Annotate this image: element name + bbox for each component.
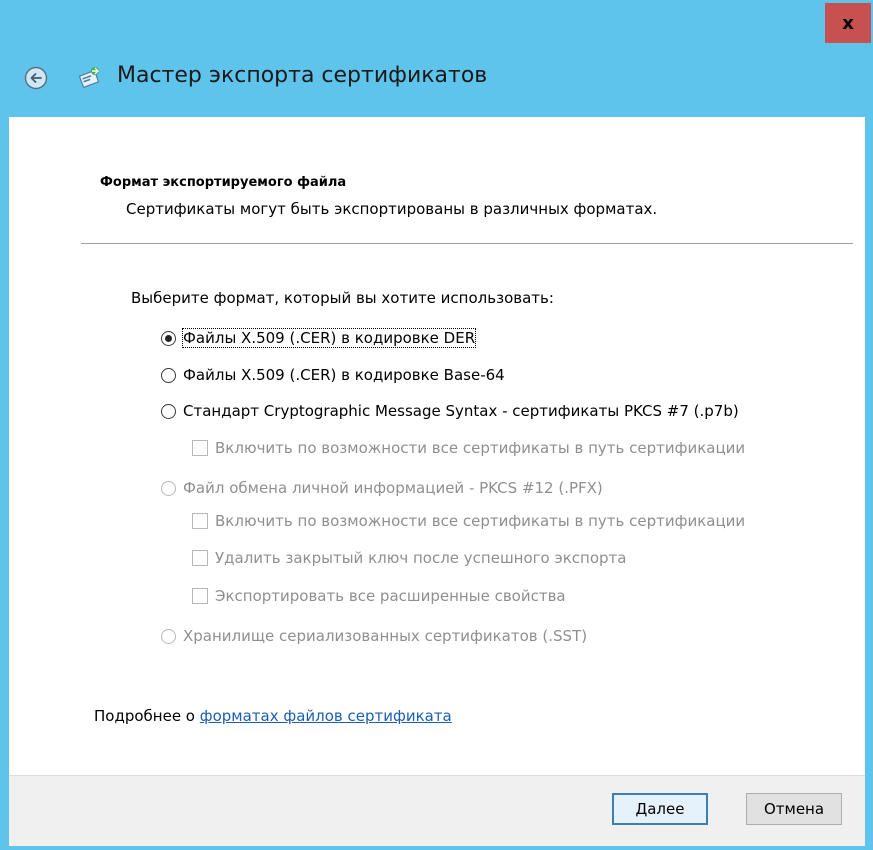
option-sst: Хранилище сериализованных сертификатов (… [161,627,587,645]
export-wizard-window: x Мастер экспорта сертификатов Формат эк… [0,0,873,850]
next-button[interactable]: Далее [612,793,708,825]
close-icon: x [842,12,854,34]
option-base64-label: Файлы X.509 (.CER) в кодировке Base-64 [183,366,505,384]
option-pfx-include-all: Включить по возможности все сертификаты … [192,512,745,530]
radio-pkcs7[interactable] [161,403,176,419]
format-prompt: Выберите формат, который вы хотите испол… [131,289,554,307]
option-pkcs7[interactable]: Стандарт Cryptographic Message Syntax - … [161,402,739,420]
section-description: Сертификаты могут быть экспортированы в … [126,200,658,218]
radio-der[interactable] [161,330,176,346]
option-pfx-delete-key: Удалить закрытый ключ после успешного эк… [192,549,626,567]
wizard-content: Формат экспортируемого файла Сертификаты… [9,117,865,775]
close-button[interactable]: x [825,3,871,43]
option-pfx-label: Файл обмена личной информацией - PKCS #1… [183,479,603,497]
window-title: Мастер экспорта сертификатов [117,63,488,88]
option-pfx-export-props: Экспортировать все расширенные свойства [192,587,566,605]
radio-base64[interactable] [161,367,176,383]
option-pfx-delete-key-label: Удалить закрытый ключ после успешного эк… [215,549,627,567]
more-info-prefix: Подробнее о [94,707,200,725]
wizard-footer: Далее Отмена [9,775,865,846]
option-der[interactable]: Файлы X.509 (.CER) в кодировке DER [161,328,477,348]
divider [81,243,853,244]
option-pfx-include-all-label: Включить по возможности все сертификаты … [215,512,746,530]
checkbox-pkcs7-include-all [192,440,208,456]
section-title: Формат экспортируемого файла [100,175,347,190]
certificate-wizard-icon [79,67,99,88]
radio-sst [161,628,176,644]
wizard-header: Мастер экспорта сертификатов [0,50,873,114]
back-arrow-icon[interactable] [24,66,48,90]
option-pfx: Файл обмена личной информацией - PKCS #1… [161,479,603,497]
checkbox-pfx-export-props [192,588,208,604]
more-info-link[interactable]: форматах файлов сертификата [200,707,452,725]
option-base64[interactable]: Файлы X.509 (.CER) в кодировке Base-64 [161,366,505,384]
option-pkcs7-include-all-label: Включить по возможности все сертификаты … [215,439,746,457]
option-pfx-export-props-label: Экспортировать все расширенные свойства [215,587,566,605]
option-pkcs7-label: Стандарт Cryptographic Message Syntax - … [183,402,739,420]
checkbox-pfx-include-all [192,513,208,529]
option-pkcs7-include-all: Включить по возможности все сертификаты … [192,439,745,457]
option-sst-label: Хранилище сериализованных сертификатов (… [183,627,588,645]
option-der-label: Файлы X.509 (.CER) в кодировке DER [181,328,477,348]
radio-pfx [161,480,176,496]
more-info: Подробнее о форматах файлов сертификата [94,707,452,725]
checkbox-pfx-delete-key [192,550,208,566]
cancel-button[interactable]: Отмена [746,793,842,825]
